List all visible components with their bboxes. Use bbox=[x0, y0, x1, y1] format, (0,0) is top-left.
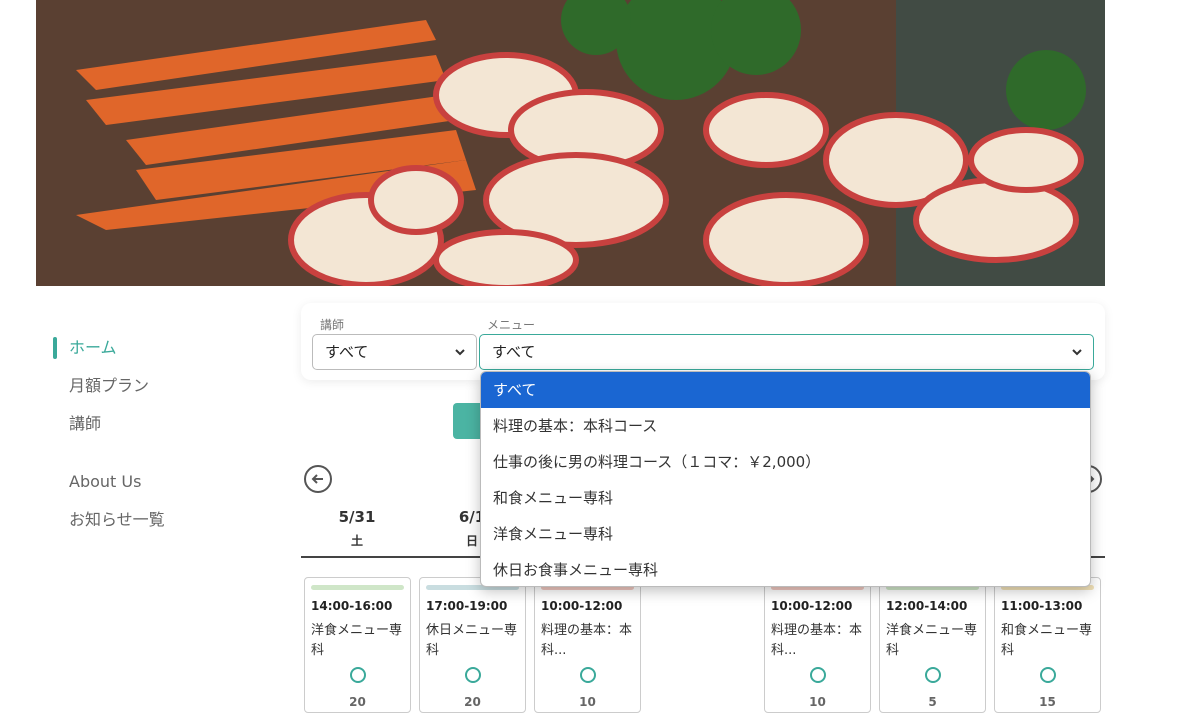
sidebar-item-about-us[interactable]: About Us bbox=[53, 468, 253, 496]
menu-option-japanese[interactable]: 和食メニュー専科 bbox=[481, 480, 1090, 516]
lesson-time: 14:00-16:00 bbox=[311, 599, 393, 613]
lesson-seats: 10 bbox=[579, 695, 596, 709]
lesson-title: 洋食メニュー専科 bbox=[886, 623, 978, 658]
available-circle-icon bbox=[464, 667, 481, 683]
chevron-down-icon bbox=[1072, 349, 1082, 356]
available-circle-icon bbox=[1039, 667, 1056, 683]
weekday-label: 土 bbox=[350, 534, 363, 548]
lesson-time: 12:00-14:00 bbox=[886, 599, 968, 613]
date-label: 5/31 bbox=[338, 508, 376, 526]
lesson-seats: 20 bbox=[464, 695, 481, 709]
lesson-seats: 15 bbox=[1039, 695, 1056, 709]
teacher-select[interactable]: すべて bbox=[312, 334, 477, 370]
sidebar-item-news[interactable]: お知らせ一覧 bbox=[53, 506, 253, 534]
menu-option-holiday[interactable]: 休日お食事メニュー専科 bbox=[481, 552, 1090, 586]
lesson-title: 料理の基本：本科... bbox=[541, 623, 633, 658]
hero-image bbox=[36, 0, 1105, 286]
sidebar-item-monthly-plan[interactable]: 月額プラン bbox=[53, 372, 253, 400]
lesson-title: 休日メニュー専科 bbox=[426, 623, 518, 658]
lesson-time: 11:00-13:00 bbox=[1001, 599, 1083, 613]
menu-option-basic-course[interactable]: 料理の基本：本科コース bbox=[481, 408, 1090, 444]
lesson-seats: 10 bbox=[809, 695, 826, 709]
menu-select-value: すべて bbox=[492, 343, 536, 361]
chevron-down-icon bbox=[455, 349, 465, 356]
sidebar-item-home[interactable]: ホーム bbox=[53, 334, 253, 362]
available-circle-icon bbox=[809, 667, 826, 683]
lesson-time: 17:00-19:00 bbox=[426, 599, 508, 613]
teacher-filter-label: 講師 bbox=[320, 318, 345, 332]
menu-option-all[interactable]: すべて bbox=[481, 372, 1090, 408]
teacher-select-value: すべて bbox=[325, 343, 369, 361]
sidebar-nav: ホーム 月額プラン 講師 About Us お知らせ一覧 bbox=[53, 334, 253, 544]
available-circle-icon bbox=[924, 667, 941, 683]
lesson-card[interactable]: 10:00-12:00 料理の基本：本科... 10 bbox=[534, 577, 641, 713]
available-circle-icon bbox=[349, 667, 366, 683]
lesson-card[interactable]: 12:00-14:00 洋食メニュー専科 5 bbox=[879, 577, 986, 713]
sidebar-item-teachers[interactable]: 講師 bbox=[53, 410, 253, 438]
lesson-time: 10:00-12:00 bbox=[541, 599, 623, 613]
lesson-color-bar bbox=[311, 585, 404, 590]
menu-option-western[interactable]: 洋食メニュー専科 bbox=[481, 516, 1090, 552]
lesson-title: 和食メニュー専科 bbox=[1001, 623, 1093, 658]
menu-option-after-work-course[interactable]: 仕事の後に男の料理コース（１コマ：￥2,000） bbox=[481, 444, 1090, 480]
menu-select[interactable]: すべて bbox=[479, 334, 1094, 370]
lesson-title: 洋食メニュー専科 bbox=[311, 623, 403, 658]
arrow-left-icon bbox=[311, 474, 323, 484]
available-circle-icon bbox=[579, 667, 596, 683]
menu-filter-label: メニュー bbox=[487, 318, 536, 332]
menu-dropdown-list: すべて 料理の基本：本科コース 仕事の後に男の料理コース（１コマ：￥2,000）… bbox=[480, 371, 1091, 587]
date-header: 5/31 土 bbox=[301, 508, 413, 549]
lesson-seats: 5 bbox=[928, 695, 937, 709]
lesson-time: 10:00-12:00 bbox=[771, 599, 853, 613]
lesson-title: 料理の基本：本科... bbox=[771, 623, 863, 658]
lesson-seats: 20 bbox=[349, 695, 366, 709]
prev-week-button[interactable] bbox=[304, 465, 332, 493]
lesson-card[interactable]: 11:00-13:00 和食メニュー専科 15 bbox=[994, 577, 1101, 713]
lesson-card[interactable]: 14:00-16:00 洋食メニュー専科 20 bbox=[304, 577, 411, 713]
lesson-card[interactable]: 10:00-12:00 料理の基本：本科... 10 bbox=[764, 577, 871, 713]
lesson-card[interactable]: 17:00-19:00 休日メニュー専科 20 bbox=[419, 577, 526, 713]
filter-card: 講師 すべて メニュー すべて bbox=[301, 303, 1105, 380]
